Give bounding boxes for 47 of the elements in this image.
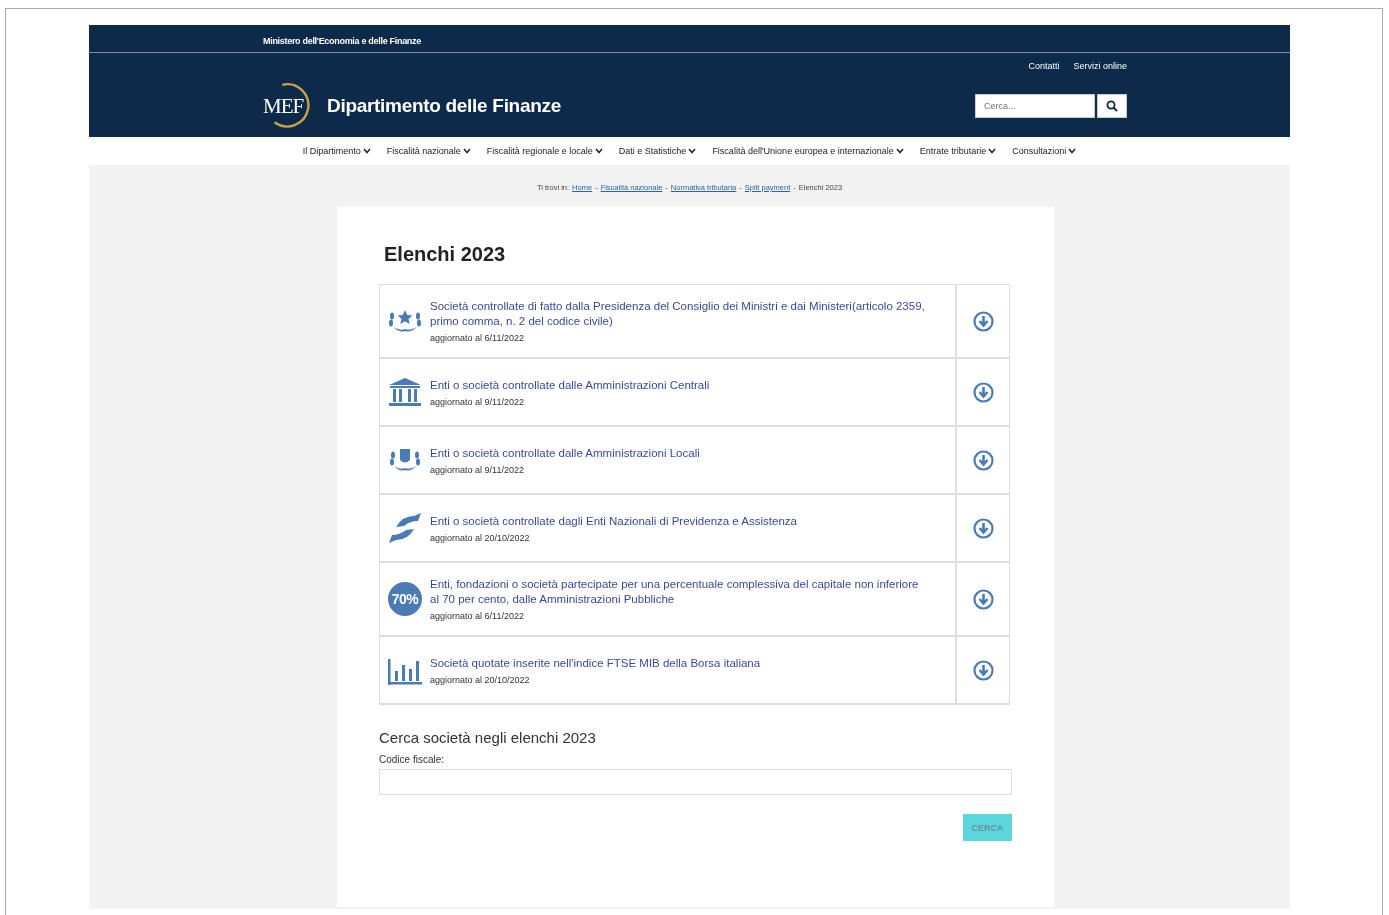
chevron-icon [895,148,904,154]
update-date: aggiornato al 6/11/2022 [430,333,525,343]
nav-menu-item[interactable]: Il Dipartimento [302,146,371,156]
list-link[interactable]: Enti o società controllate dalle Amministrazioni Centrali [430,377,730,393]
download-icon[interactable] [972,659,994,681]
download-icon[interactable] [972,517,994,539]
update-date: aggiornato al 20/10/2022 [430,674,531,685]
nav-menu-item[interactable]: Fiscalità regionale e locale [486,146,603,156]
download-icon[interactable] [972,588,994,610]
site-title[interactable]: Dipartimento delle Finanze [327,95,561,117]
percentage-badge: 70% [388,582,422,616]
nav-menu-item[interactable]: Dati e Statistiche [618,146,697,156]
page-title: Elenchi 2023 [384,243,507,266]
chevron-icon [1068,148,1077,154]
nav-menu-item[interactable]: Consultazioni [1012,146,1077,156]
chevron-icon [362,148,371,154]
chevron-icon [688,148,697,154]
field-label: Codice fiscale: [379,754,446,765]
chevron-icon [462,148,471,154]
download-icon[interactable] [972,381,994,403]
logo[interactable]: MEF [263,84,313,128]
hands-icon [388,512,422,544]
nav-menu-item[interactable]: Fiscalità dell'Unione europea e internazionale [712,146,904,156]
search-field[interactable]: Cerca... [975,94,1095,118]
chevron-icon [988,148,997,154]
utility-link[interactable]: Servizi online [1073,61,1127,75]
search-button[interactable] [1097,94,1127,118]
list-link[interactable]: Enti o società controllate dalle Amministrazioni Locali [430,445,720,461]
list-link[interactable]: Enti, fondazioni o società partecipate per una percentuale complessiva del capitale non inferiore al 70 per cento, dalle Amministrazioni Pubbliche [430,577,947,607]
temple-icon [388,377,422,407]
update-date: aggiornato al 20/10/2022 [430,532,531,543]
list-link[interactable]: Enti o società controllate dagli Enti Nazionali di Previdenza e Assistenza [430,513,817,529]
tax-code-field[interactable] [379,769,1012,795]
chevron-icon [594,148,603,154]
search-icon [1106,100,1118,112]
update-date: aggiornato al 6/11/2022 [430,611,525,621]
ministry-name[interactable]: Ministero dell'Economia e delle Finanze [263,35,421,46]
search-heading: Cerca società negli elenchi 2023 [379,729,597,746]
list-link[interactable]: Società quotate inserite nell'indice FTSE MIB della Borsa italiana [430,655,781,671]
nav-menu-item[interactable]: Fiscalità nazionale [386,146,471,156]
nav-menu-item[interactable]: Entrate tributarie [919,146,997,156]
download-icon[interactable] [972,449,994,471]
update-date: aggiornato al 9/11/2022 [430,396,525,407]
update-date: aggiornato al 9/11/2022 [430,464,525,475]
utility-link[interactable]: Contatti [1028,61,1060,75]
download-icon[interactable] [972,310,994,332]
list-link[interactable]: Società controllate di fatto dalla Presidenza del Consiglio dei Ministri e dai Ministeri(articolo 2359, primo comma, n. 2 del codice civile) [430,299,947,329]
